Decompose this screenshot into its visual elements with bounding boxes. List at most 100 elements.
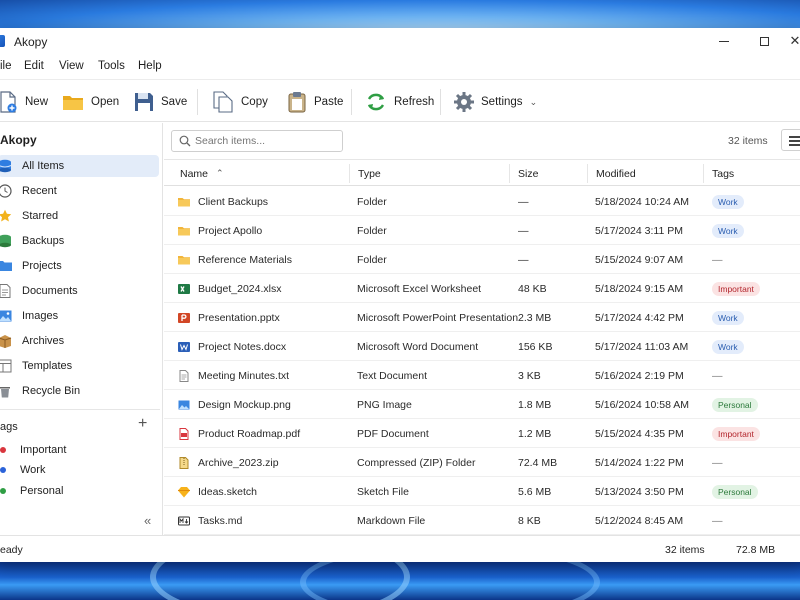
view-options-button[interactable] [781,129,800,151]
table-row[interactable]: Presentation.pptx Microsoft PowerPoint Pr… [164,303,800,332]
cell-type: Microsoft Excel Worksheet [357,282,482,295]
menu-file[interactable]: ile [0,60,12,72]
tags-section-header: ags [0,421,18,433]
table-row[interactable]: Product Roadmap.pdf PDF Document 1.2 MB 5/1… [164,419,800,448]
search-input[interactable] [195,135,335,147]
table-row[interactable]: Client Backups Folder — 5/18/2024 10:24 AM W… [164,187,800,216]
cell-size: — [518,253,529,266]
sketch-icon [178,486,190,498]
table-row[interactable]: Reference Materials Folder — 5/15/2024 9:07… [164,245,800,274]
toolbar-divider [351,89,352,115]
column-divider[interactable] [587,164,588,183]
collapse-sidebar-button[interactable]: « [144,513,151,528]
file-name: Budget_2024.xlsx [198,282,282,295]
tag-color-dot [0,467,6,473]
cell-modified: 5/12/2024 8:45 AM [595,514,684,527]
sidebar-item-projects[interactable]: Projects [0,255,159,277]
copy-button[interactable]: Copy [212,89,268,115]
text-file-icon [178,369,190,382]
cell-size: 2.3 MB [518,311,552,324]
search-box[interactable] [171,130,343,152]
paste-button[interactable]: Paste [287,89,343,115]
sidebar-item-recent[interactable]: Recent [0,180,159,202]
column-header-size[interactable]: Size [518,160,538,187]
cell-name: Tasks.md [178,506,242,535]
column-divider[interactable] [509,164,510,183]
file-name: Design Mockup.png [198,398,291,411]
minimize-button[interactable] [704,28,744,54]
tag-item-work[interactable]: Work [0,464,45,476]
cell-type: Text Document [357,369,428,382]
sidebar-item-all-items[interactable]: All Items [0,155,159,177]
column-divider[interactable] [349,164,350,183]
cell-size: 48 KB [518,282,547,295]
cell-size: 8 KB [518,514,541,527]
cell-modified: 5/14/2024 1:22 PM [595,456,684,469]
column-header-name[interactable]: Name ⌃ [180,160,224,187]
cell-tag: Work [712,332,744,361]
table-row[interactable]: Archive_2023.zip Compressed (ZIP) Folder 7… [164,448,800,477]
table-row[interactable]: Project Notes.docx Microsoft Word Documen… [164,332,800,361]
maximize-button[interactable] [744,28,784,54]
desktop-wallpaper-top [0,0,800,28]
table-row[interactable]: Meeting Minutes.txt Text Document 3 KB 5/16… [164,361,800,390]
title-bar[interactable]: Akopy ✕ [0,28,800,54]
menu-help[interactable]: Help [138,60,162,72]
cell-name: Project Apollo [178,216,262,245]
column-header-tags[interactable]: Tags [712,160,734,187]
tag-item-personal[interactable]: Personal [0,485,63,497]
sidebar-header: Akopy [0,133,37,147]
tag-label: Important [20,444,67,456]
table-row[interactable]: Ideas.sketch Sketch File 5.6 MB 5/13/2024 3… [164,477,800,506]
cell-modified: 5/16/2024 10:58 AM [595,398,689,411]
cell-tag: Work [712,303,744,332]
file-name: Tasks.md [198,514,243,527]
sidebar-item-recycle-bin[interactable]: Recycle Bin [0,380,159,402]
database-icon [0,159,12,173]
window-title: Akopy [14,35,48,49]
powerpoint-icon [178,312,190,324]
add-tag-button[interactable]: + [138,415,147,433]
sidebar-item-label: Recycle Bin [22,385,81,397]
column-header-label: Name [180,167,209,180]
settings-button[interactable]: Settings ⌄ [454,89,537,115]
toolbar-divider [440,89,441,115]
sidebar-item-archives[interactable]: Archives [0,330,159,352]
tag-empty: — [712,514,723,527]
tag-empty: — [712,253,723,266]
column-header-modified[interactable]: Modified [596,160,636,187]
cell-size: 1.2 MB [518,427,552,440]
table-row[interactable]: Project Apollo Folder — 5/17/2024 3:11 PM Wo… [164,216,800,245]
sidebar-item-templates[interactable]: Templates [0,355,159,377]
refresh-button[interactable]: Refresh [365,89,434,115]
table-row[interactable]: Design Mockup.png PNG Image 1.8 MB 5/16/202… [164,390,800,419]
status-message: eady [0,544,23,556]
tag-item-important[interactable]: Important [0,444,66,456]
column-header-type[interactable]: Type [358,160,381,187]
new-button[interactable]: New [0,89,48,115]
sidebar-item-backups[interactable]: Backups [0,230,159,252]
tag-badge: Important [712,281,760,296]
trash-icon [0,387,10,398]
folder-icon [178,225,190,237]
cell-type: Folder [357,253,387,266]
table-row[interactable]: Tasks.md Markdown File 8 KB 5/12/2024 8:45 … [164,506,800,535]
cell-modified: 5/16/2024 2:19 PM [595,369,684,382]
sidebar-item-documents[interactable]: Documents [0,280,159,302]
table-row[interactable]: Budget_2024.xlsx Microsoft Excel Workshee… [164,274,800,303]
sidebar-item-label: Recent [22,185,57,197]
word-icon [178,341,190,353]
cell-type: Microsoft PowerPoint Presentation [357,311,519,324]
menu-tools[interactable]: Tools [98,60,125,72]
menu-edit[interactable]: Edit [24,60,44,72]
sidebar-item-starred[interactable]: Starred [0,205,159,227]
tag-badge: Work [712,223,744,238]
sidebar: Akopy All Items Recent Starred Backups P… [0,123,163,535]
open-button[interactable]: Open [62,89,119,115]
menu-view[interactable]: View [59,60,84,72]
sidebar-item-images[interactable]: Images [0,305,159,327]
close-button[interactable]: ✕ [784,28,800,54]
column-divider[interactable] [703,164,704,183]
save-button[interactable]: Save [134,89,187,115]
cell-size: 1.8 MB [518,398,552,411]
